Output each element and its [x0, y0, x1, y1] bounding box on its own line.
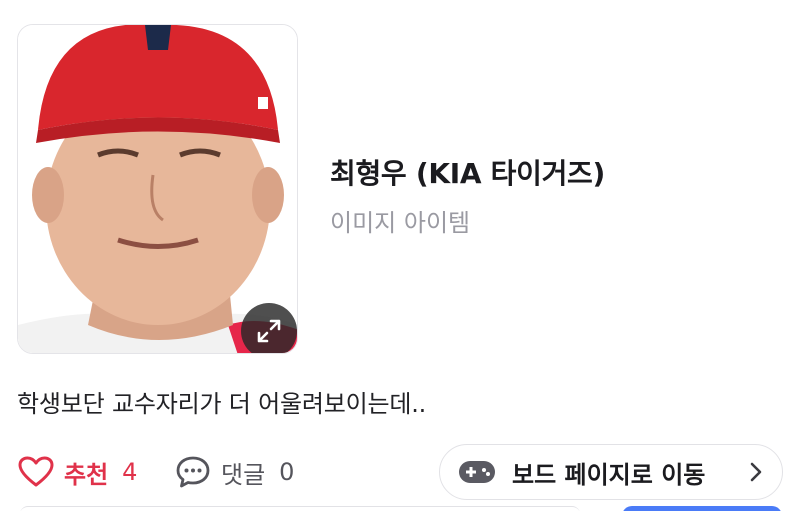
- page: 최형우 (KIA 타이거즈) 이미지 아이템 학생보단 교수자리가 더 어울려보…: [0, 0, 800, 511]
- like-label: 추천: [64, 460, 109, 489]
- heart-icon: [18, 456, 54, 487]
- go-to-board-button[interactable]: 보드 페이지로 이동: [439, 444, 783, 500]
- post-body: 학생보단 교수자리가 더 어울려보이는데..: [17, 390, 427, 418]
- bottom-primary-button-edge[interactable]: [622, 506, 782, 511]
- comment-button[interactable]: 댓글 0: [175, 452, 294, 492]
- board-button-label: 보드 페이지로 이동: [512, 460, 706, 489]
- like-button[interactable]: 추천 4: [18, 452, 137, 492]
- gamepad-icon: [459, 461, 495, 483]
- like-count: 4: [122, 458, 138, 486]
- expand-arrows-icon: [257, 319, 281, 343]
- speech-bubble-icon: [176, 456, 210, 488]
- item-title: 최형우 (KIA 타이거즈): [330, 157, 605, 190]
- comment-label: 댓글: [221, 460, 266, 489]
- item-image-card[interactable]: [17, 24, 298, 354]
- bottom-input-edge: [20, 506, 580, 511]
- chevron-right-icon: [750, 462, 762, 482]
- comment-count: 0: [279, 458, 295, 486]
- item-subtitle: 이미지 아이템: [330, 209, 471, 237]
- player-portrait-image: [18, 25, 297, 353]
- expand-image-button[interactable]: [241, 303, 297, 353]
